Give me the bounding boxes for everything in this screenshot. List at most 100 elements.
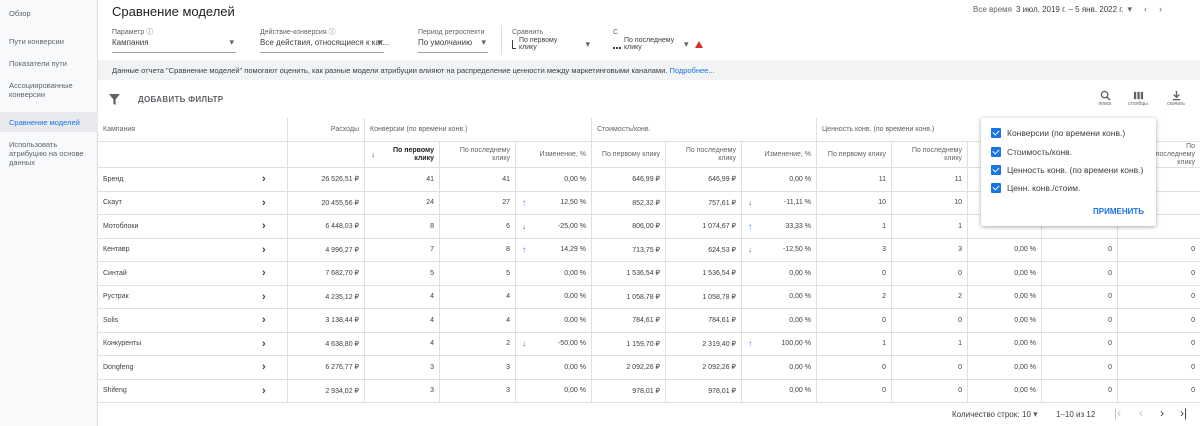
campaign-column-header[interactable]: Кампания	[98, 118, 287, 141]
cell-value: 41	[502, 175, 510, 183]
column-option-value[interactable]: Ценность конв. (по времени конв.)	[991, 165, 1143, 175]
with-model-select[interactable]: С По последнему клику ▾	[613, 29, 713, 53]
chevron-right-icon[interactable]: ›	[262, 244, 266, 256]
cell-value: 3	[958, 246, 962, 254]
lookback-period-select[interactable]: Период ретроспекти По умолчанию ▾	[418, 29, 488, 53]
chevron-right-icon[interactable]: ›	[262, 197, 266, 209]
campaign-cell[interactable]: Рустрак ›	[98, 286, 287, 309]
campaign-cell[interactable]: Скаут ›	[98, 192, 287, 215]
campaign-cell[interactable]: Мотоблоки ›	[98, 215, 287, 238]
search-button[interactable]: поиск	[1092, 90, 1118, 107]
arrow-down-icon: ↓	[748, 198, 752, 208]
chevron-right-icon[interactable]: ›	[262, 173, 266, 185]
cell-value: 3	[882, 246, 886, 254]
conversion-action-select[interactable]: Действие-конверсия ⓘ Все действия, относ…	[260, 29, 389, 53]
cell-value: 6 276,77 ₽	[325, 364, 359, 372]
conversions-group-header: Конверсии (по времени конв.)	[364, 118, 591, 141]
next-page-icon[interactable]: ›	[1160, 407, 1164, 419]
checkbox-checked-icon[interactable]	[991, 128, 1001, 138]
checkbox-checked-icon[interactable]	[991, 147, 1001, 157]
add-filter-button[interactable]: ДОБАВИТЬ ФИЛЬТР	[138, 95, 223, 104]
value-ratio-last-cell: 0	[1117, 238, 1200, 261]
column-option-conversions[interactable]: Конверсии (по времени конв.)	[991, 128, 1125, 138]
sidebar-item-assisted-conversions[interactable]: Ассоциированные конверсии	[0, 74, 98, 106]
param-select[interactable]: Параметр ⓘ Кампания ▾	[112, 29, 236, 53]
chevron-left-icon[interactable]: ‹	[1144, 5, 1147, 14]
value-ratio-cell: 0	[1041, 262, 1117, 285]
chevron-right-icon[interactable]: ›	[262, 267, 266, 279]
table-row: Синтай › 7 682,70 ₽ 5 5 0,00 % 1 536,54 ₽ 1 536…	[98, 262, 1200, 286]
campaign-cell[interactable]: Solis ›	[98, 309, 287, 332]
arrow-up-icon: ↑	[748, 221, 752, 231]
cost-last-click-header[interactable]: По последнему клику	[665, 142, 741, 167]
spend-column-header[interactable]: Расходы	[287, 118, 364, 141]
cell-value: 1 058,78 ₽	[702, 293, 736, 301]
columns-icon	[1133, 91, 1143, 100]
chevron-right-icon[interactable]: ›	[1159, 5, 1162, 14]
sidebar-item-overview[interactable]: Обзор	[0, 0, 98, 27]
chevron-right-icon[interactable]: ›	[262, 338, 266, 350]
conv-change-header[interactable]: Изменение, %	[515, 142, 591, 167]
cell-value: 0,00 %	[564, 316, 586, 324]
cost-change-header[interactable]: Изменение, %	[741, 142, 816, 167]
value-first-cell: 2	[816, 285, 891, 308]
campaign-name: Solis	[103, 316, 119, 324]
columns-button[interactable]: столбцы	[1125, 90, 1151, 107]
value-last-click-header[interactable]: По последнему клику	[891, 142, 967, 167]
help-icon[interactable]: ⓘ	[146, 29, 153, 36]
cell-value: 4	[506, 316, 510, 324]
sidebar-item-data-driven[interactable]: Использовать атрибуцию на основе данных	[0, 137, 98, 169]
cost-change-cell: ↓ -11,11 %	[741, 191, 816, 214]
cell-value: 1 159,70 ₽	[626, 340, 660, 348]
sidebar-item-path-metrics[interactable]: Показатели пути	[0, 54, 98, 72]
cell-value: 14,29 %	[560, 246, 586, 254]
campaign-cell[interactable]: Конкуренты ›	[98, 333, 287, 356]
campaign-cell[interactable]: Синтай ›	[98, 262, 287, 285]
download-button[interactable]: скачать	[1163, 90, 1189, 107]
learn-more-link[interactable]: Подробнее...	[669, 66, 714, 75]
sidebar-item-conversion-paths[interactable]: Пути конверсии	[0, 28, 98, 54]
chevron-right-icon[interactable]: ›	[262, 291, 266, 303]
conv-change-cell: ↓ -50,00 %	[515, 332, 591, 355]
apply-button[interactable]: ПРИМЕНИТЬ	[1093, 207, 1144, 216]
chevron-right-icon[interactable]: ›	[262, 361, 266, 373]
cell-value: 713,75 ₽	[632, 246, 660, 254]
campaign-cell[interactable]: Shifeng ›	[98, 380, 287, 403]
cell-value: 0	[1108, 340, 1112, 348]
value-first-cell: 1	[816, 215, 891, 238]
campaign-cell[interactable]: Бренд ›	[98, 168, 287, 191]
filter-icon[interactable]	[109, 94, 120, 105]
last-page-icon[interactable]: ›|	[1180, 407, 1187, 419]
value-first-click-header[interactable]: По первому клику	[816, 142, 891, 167]
sidebar-item-model-comparison[interactable]: Сравнение моделей	[0, 112, 98, 132]
cell-value: 0,00 %	[789, 387, 811, 395]
campaign-cell[interactable]: Кентавр ›	[98, 239, 287, 262]
column-option-cost[interactable]: Стоимость/конв.	[991, 147, 1072, 157]
chevron-right-icon[interactable]: ›	[262, 314, 266, 326]
chevron-right-icon[interactable]: ›	[262, 220, 266, 232]
chevron-right-icon[interactable]: ›	[262, 385, 266, 397]
cost-change-cell: ↓ -12,50 %	[741, 238, 816, 261]
dropdown-arrow-icon: ▾	[1033, 409, 1038, 419]
cost-last-cell: 646,99 ₽	[665, 168, 741, 191]
column-option-value-per-cost[interactable]: Ценн. конв./стоим.	[991, 183, 1080, 193]
cost-first-click-header[interactable]: По первому клику	[591, 142, 665, 167]
conv-first-click-header[interactable]: ↓ По первому клику	[364, 142, 439, 167]
date-range-picker[interactable]: Все время 3 июл. 2019 г. – 5 янв. 2022 г…	[973, 4, 1162, 15]
cell-value: 2	[958, 293, 962, 301]
rows-per-page-select[interactable]: 10 ▾	[1022, 409, 1038, 420]
spend-cell: 4 638,80 ₽	[287, 332, 364, 355]
campaign-cell[interactable]: Dongfeng ›	[98, 356, 287, 379]
compare-model-select[interactable]: Сравнить По первому клику ▾	[512, 29, 592, 53]
first-page-icon[interactable]: |‹	[1114, 407, 1121, 419]
cell-value: 100,00 %	[781, 340, 811, 348]
action-value: Все действия, относящиеся к кат...	[260, 38, 390, 47]
conv-last-click-header[interactable]: По последнему клику	[439, 142, 515, 167]
checkbox-checked-icon[interactable]	[991, 165, 1001, 175]
chevron-down-icon: ▾	[1127, 4, 1132, 14]
checkbox-checked-icon[interactable]	[991, 183, 1001, 193]
previous-page-icon[interactable]: ‹	[1139, 407, 1143, 419]
help-icon[interactable]: ⓘ	[329, 29, 336, 36]
sidebar-item-label: Пути конверсии	[9, 36, 64, 46]
sidebar-item-label: Использовать атрибуцию на основе данных	[9, 139, 84, 167]
